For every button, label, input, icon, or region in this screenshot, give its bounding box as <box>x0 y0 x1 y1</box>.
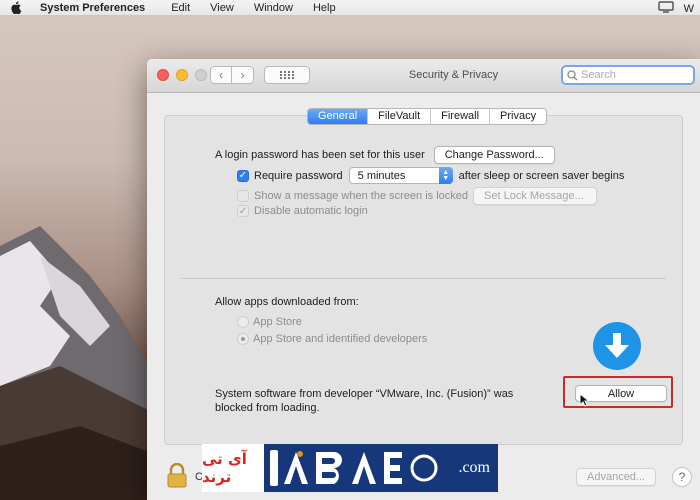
require-password-row: ✓ Require password 5 minutes ▲ ▼ after sl… <box>237 167 624 184</box>
radio-app-store[interactable] <box>237 316 249 328</box>
search-field[interactable] <box>561 65 695 85</box>
disable-auto-login-row: ✓ Disable automatic login <box>237 205 368 217</box>
allow-highlight-box: Allow <box>563 376 673 408</box>
lock-button[interactable] <box>166 462 188 492</box>
menu-app-name[interactable]: System Preferences <box>40 2 145 14</box>
watermark-persian-text: آی تی ترند <box>202 444 264 492</box>
menu-edit[interactable]: Edit <box>171 2 190 14</box>
allow-apps-heading-row: Allow apps downloaded from: <box>215 296 359 308</box>
tab-filevault[interactable]: FileVault <box>367 109 431 124</box>
blocked-message-line2: blocked from loading. <box>215 402 320 414</box>
show-message-label: Show a message when the screen is locked <box>254 190 469 202</box>
radio-app-store-label: App Store <box>253 316 302 328</box>
menu-help[interactable]: Help <box>313 2 336 14</box>
radio-app-store-identified-label: App Store and identified developers <box>253 333 428 345</box>
tab-bar: General FileVault Firewall Privacy <box>307 108 548 125</box>
show-message-checkbox[interactable] <box>237 190 249 202</box>
tab-privacy[interactable]: Privacy <box>489 109 547 124</box>
menubar-status-area: W <box>658 1 694 16</box>
mountain-wallpaper-image <box>0 226 160 500</box>
require-password-suffix: after sleep or screen saver begins <box>458 169 625 182</box>
disable-auto-login-checkbox[interactable]: ✓ <box>237 205 249 217</box>
show-message-row: Show a message when the screen is locked… <box>237 187 598 205</box>
radio-identified-row: App Store and identified developers <box>237 333 427 345</box>
apple-icon[interactable] <box>10 1 24 14</box>
tab-firewall[interactable]: Firewall <box>430 109 490 124</box>
blocked-message-line1: System software from developer “VMware, … <box>215 388 514 400</box>
window-titlebar: ‹ › Security & Privacy <box>147 59 700 93</box>
menu-window[interactable]: Window <box>254 2 293 14</box>
menubar-overflow-icon[interactable]: W <box>684 3 694 15</box>
login-password-row: A login password has been set for this u… <box>215 146 555 164</box>
disable-auto-login-label: Disable automatic login <box>254 205 368 217</box>
login-password-label: A login password has been set for this u… <box>215 149 425 161</box>
general-panel: A login password has been set for this u… <box>164 115 683 445</box>
security-privacy-window: ‹ › Security & Privacy General FileVault… <box>147 59 700 500</box>
require-password-label: Require password <box>254 169 343 182</box>
blocked-message: System software from developer “VMware, … <box>215 388 513 414</box>
lock-icon <box>167 462 187 488</box>
search-input[interactable] <box>581 69 691 81</box>
section-divider <box>181 278 666 279</box>
tab-general[interactable]: General <box>308 109 368 124</box>
logo-icon <box>270 450 438 486</box>
watermark-dotcom: .com <box>458 459 490 476</box>
menu-bar: System Preferences Edit View Window Help… <box>0 0 700 16</box>
mouse-cursor-icon <box>579 393 589 407</box>
delay-selected-value: 5 minutes <box>357 169 406 182</box>
watermark-banner: آی تی ترند .com <box>202 444 498 492</box>
allow-apps-heading: Allow apps downloaded from: <box>215 296 359 308</box>
radio-app-store-row: App Store <box>237 316 302 328</box>
search-icon <box>567 69 578 80</box>
radio-app-store-identified[interactable] <box>237 333 249 345</box>
require-password-delay-select[interactable]: 5 minutes ▲ ▼ <box>348 167 453 184</box>
require-password-checkbox[interactable]: ✓ <box>237 169 249 182</box>
download-arrow-icon <box>593 322 641 370</box>
watermark-logo: .com <box>264 444 498 492</box>
chevron-updown-icon: ▲ ▼ <box>438 167 453 184</box>
set-lock-message-button[interactable]: Set Lock Message... <box>473 187 598 205</box>
menu-view[interactable]: View <box>210 2 234 14</box>
display-mirroring-icon[interactable] <box>658 1 674 16</box>
help-button[interactable]: ? <box>672 467 692 487</box>
advanced-button[interactable]: Advanced... <box>576 468 657 486</box>
change-password-button[interactable]: Change Password... <box>433 146 555 164</box>
